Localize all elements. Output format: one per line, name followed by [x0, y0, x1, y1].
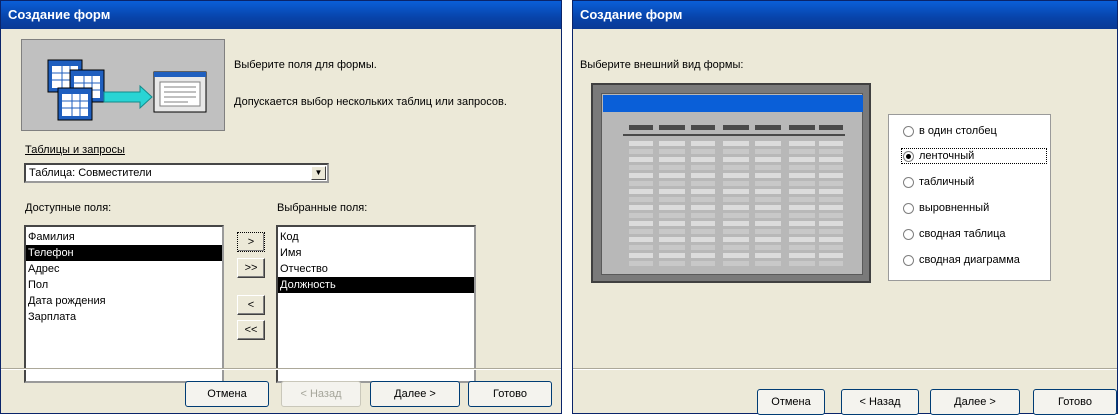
instruction-text: Выберите внешний вид формы: — [580, 59, 744, 71]
radio-label: табличный — [919, 176, 975, 188]
dialog-title: Создание форм — [1, 1, 561, 29]
radio-button-icon[interactable] — [903, 150, 914, 162]
back-button[interactable]: < Назад — [841, 389, 919, 415]
next-button[interactable]: Далее > — [370, 381, 460, 407]
radio-label: в один столбец — [919, 125, 997, 137]
radio-columnar[interactable]: в один столбец — [903, 125, 997, 137]
available-field-list-item[interactable]: Дата рождения — [26, 293, 222, 309]
button-separator — [573, 368, 1117, 370]
radio-datasheet[interactable]: табличный — [903, 176, 974, 188]
selected-field-list-item[interactable]: Должность — [278, 277, 474, 293]
radio-label: выровненный — [919, 202, 990, 214]
radio-label: ленточный — [919, 150, 975, 162]
remove-field-button[interactable]: < — [237, 295, 265, 315]
radio-button-icon[interactable] — [903, 176, 914, 188]
multiple-selection-note: Допускается выбор нескольких таблиц или … — [234, 96, 507, 108]
instruction-text: Выберите поля для формы. — [234, 59, 377, 71]
button-separator — [1, 368, 561, 370]
available-field-list-item[interactable]: Телефон — [26, 245, 222, 261]
combo-value: Таблица: Совместители — [29, 167, 152, 179]
available-field-list-item[interactable]: Зарплата — [26, 309, 222, 325]
selected-field-list-item[interactable]: Отчество — [278, 261, 474, 277]
form-wizard-fields-dialog: Создание форм Выберите поля для формы. Д… — [0, 0, 562, 414]
remove-all-fields-button[interactable]: << — [237, 320, 265, 340]
finish-button[interactable]: Готово — [1033, 389, 1117, 415]
selected-field-list-item[interactable]: Имя — [278, 245, 474, 261]
radio-tabular-strip[interactable]: ленточный — [901, 148, 1047, 164]
back-button[interactable]: < Назад — [281, 381, 361, 407]
radio-button-icon[interactable] — [903, 202, 914, 214]
selected-fields-label: Выбранные поля: — [277, 202, 368, 214]
form-wizard-layout-dialog: Создание форм Выберите внешний вид формы… — [572, 0, 1118, 415]
cancel-button[interactable]: Отмена — [757, 389, 825, 415]
tabular-layout-icon — [623, 125, 845, 266]
radio-justified[interactable]: выровненный — [903, 202, 989, 214]
next-button[interactable]: Далее > — [930, 389, 1020, 415]
chevron-down-icon[interactable]: ▼ — [311, 166, 326, 180]
radio-label: сводная диаграмма — [919, 254, 1020, 266]
tables-to-form-icon — [47, 59, 207, 121]
available-field-list-item[interactable]: Пол — [26, 277, 222, 293]
wizard-illustration — [21, 39, 225, 131]
form-layout-preview — [591, 83, 871, 283]
available-fields-list[interactable]: Фамилия Телефон Адрес Пол Дата рождения Зарпл… — [24, 225, 224, 383]
available-field-list-item[interactable]: Фамилия — [26, 229, 222, 245]
finish-button[interactable]: Готово — [468, 381, 552, 407]
radio-label: сводная таблица — [919, 228, 1006, 240]
radio-pivot-chart[interactable]: сводная диаграмма — [903, 254, 1020, 266]
radio-button-icon[interactable] — [903, 125, 914, 137]
radio-pivot-table[interactable]: сводная таблица — [903, 228, 1006, 240]
available-fields-label: Доступные поля: — [25, 202, 112, 214]
radio-button-icon[interactable] — [903, 254, 914, 266]
dialog-title: Создание форм — [573, 1, 1117, 29]
tables-queries-combo[interactable]: Таблица: Совместители ▼ — [24, 163, 329, 183]
selected-field-list-item[interactable]: Код — [278, 229, 474, 245]
cancel-button[interactable]: Отмена — [185, 381, 269, 407]
add-field-button[interactable]: > — [237, 232, 265, 252]
tables-queries-label: Таблицы и запросы — [25, 144, 125, 156]
radio-button-icon[interactable] — [903, 228, 914, 240]
selected-fields-list[interactable]: Код Имя Отчество Должность — [276, 225, 476, 383]
available-field-list-item[interactable]: Адрес — [26, 261, 222, 277]
add-all-fields-button[interactable]: >> — [237, 258, 265, 278]
